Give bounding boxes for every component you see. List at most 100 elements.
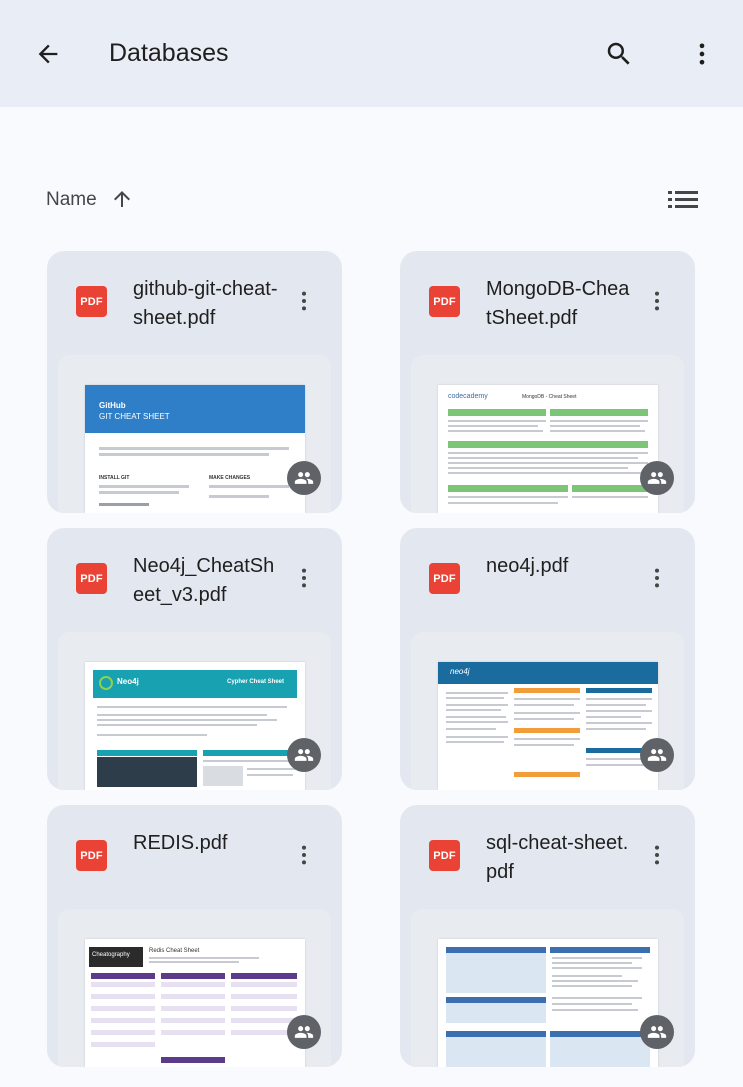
shared-badge: [287, 461, 321, 495]
file-more-button[interactable]: [292, 283, 316, 319]
preview-section-header: [448, 409, 546, 416]
more-options-button[interactable]: [682, 33, 722, 75]
file-preview[interactable]: neo4j: [411, 632, 684, 790]
pdf-file-icon: PDF: [76, 563, 107, 594]
preview-line: [446, 709, 501, 711]
preview-page: [438, 939, 658, 1067]
preview-line: [552, 962, 632, 964]
preview-line: [552, 985, 632, 987]
preview-line: [448, 420, 546, 422]
preview-title: MongoDB - Cheat Sheet: [522, 394, 577, 400]
preview-line: [99, 503, 149, 506]
list-view-toggle[interactable]: [664, 186, 702, 214]
arrow-back-icon: [38, 44, 58, 64]
more-vert-icon: [654, 845, 660, 865]
preview-line: [514, 738, 580, 740]
preview-line: [446, 721, 508, 723]
file-name: github-git-cheat-sheet.pdf: [133, 278, 278, 329]
preview-line: [448, 430, 543, 432]
preview-line: [149, 961, 239, 963]
file-card[interactable]: PDF Neo4j_CheatSheet_v3.pdf Neo4j Cypher…: [47, 528, 342, 790]
people-icon: [294, 749, 314, 761]
preview-section-header: [161, 1057, 225, 1063]
preview-line: [552, 957, 642, 959]
file-grid: PDF github-git-cheat-sheet.pdf GitHub GI…: [47, 251, 695, 1067]
preview-line: [448, 496, 568, 498]
preview-section-body: [446, 1037, 546, 1067]
preview-line: [448, 502, 558, 504]
file-more-button[interactable]: [645, 283, 669, 319]
page-title: Databases: [109, 39, 229, 67]
preview-section-header: [572, 485, 648, 492]
preview-page: codecademy MongoDB - Cheat Sheet: [438, 385, 658, 513]
neo4j-logo-icon: [99, 676, 113, 690]
preview-section-header: [448, 485, 568, 492]
file-more-button[interactable]: [645, 837, 669, 873]
preview-heading: INSTALL GIT: [99, 475, 130, 481]
preview-code-block: [97, 757, 197, 787]
preview-line: [446, 697, 504, 699]
file-preview[interactable]: Neo4j Cypher Cheat Sheet: [58, 632, 331, 790]
preview-title: Redis Cheat Sheet: [149, 948, 200, 954]
preview-title: GIT CHEAT SHEET: [99, 412, 170, 421]
file-card-header: PDF REDIS.pdf: [47, 805, 342, 905]
preview-line: [446, 736, 508, 738]
file-preview[interactable]: GitHub GIT CHEAT SHEET INSTALL GIT MAKE …: [58, 355, 331, 513]
preview-section-header: [203, 750, 297, 756]
preview-section-header: [91, 973, 155, 979]
file-preview[interactable]: Cheatography Redis Cheat Sheet: [58, 909, 331, 1067]
preview-section-body: [446, 953, 546, 993]
preview-section-header: [514, 688, 580, 693]
preview-line: [552, 997, 642, 999]
preview-section-header: [514, 772, 580, 777]
pdf-file-icon: PDF: [429, 286, 460, 317]
back-button[interactable]: [28, 34, 68, 74]
file-card[interactable]: PDF neo4j.pdf neo4j: [400, 528, 695, 790]
preview-line: [586, 698, 652, 700]
people-icon: [647, 472, 667, 484]
preview-line: [552, 967, 642, 969]
preview-line: [203, 760, 297, 762]
file-name: sql-cheat-sheet.pdf: [486, 832, 629, 883]
file-preview[interactable]: codecademy MongoDB - Cheat Sheet: [411, 355, 684, 513]
preview-table-row: [91, 1006, 155, 1011]
file-more-button[interactable]: [292, 560, 316, 596]
preview-table-row: [161, 1030, 225, 1035]
shared-badge: [640, 461, 674, 495]
preview-line: [97, 734, 207, 736]
preview-table-row: [231, 1018, 297, 1023]
preview-line: [552, 1009, 638, 1011]
search-button[interactable]: [598, 33, 640, 75]
list-view-icon: [668, 191, 698, 208]
file-more-button[interactable]: [292, 837, 316, 873]
more-vert-icon: [301, 845, 307, 865]
file-card-header: PDF MongoDB-CheatSheet.pdf: [400, 251, 695, 351]
preview-table-row: [231, 982, 297, 987]
preview-line: [586, 716, 641, 718]
preview-line: [448, 467, 628, 469]
preview-page: Cheatography Redis Cheat Sheet: [85, 939, 305, 1067]
pdf-file-icon: PDF: [429, 563, 460, 594]
preview-line: [552, 980, 638, 982]
file-more-button[interactable]: [645, 560, 669, 596]
preview-brand: codecademy: [448, 393, 488, 400]
file-card[interactable]: PDF REDIS.pdf Cheatography Redis Cheat S…: [47, 805, 342, 1067]
preview-line: [446, 741, 504, 743]
preview-line: [514, 698, 580, 700]
preview-line: [514, 744, 574, 746]
preview-line: [550, 430, 645, 432]
preview-line: [149, 957, 259, 959]
shared-badge: [640, 738, 674, 772]
file-card-header: PDF sql-cheat-sheet.pdf: [400, 805, 695, 905]
sort-by-name-button[interactable]: Name: [46, 188, 97, 212]
file-preview[interactable]: [411, 909, 684, 1067]
arrow-up-icon[interactable]: [110, 187, 134, 211]
file-card[interactable]: PDF github-git-cheat-sheet.pdf GitHub GI…: [47, 251, 342, 513]
preview-line: [550, 425, 640, 427]
preview-line: [572, 496, 648, 498]
preview-table-row: [91, 994, 155, 999]
file-card[interactable]: PDF sql-cheat-sheet.pdf: [400, 805, 695, 1067]
more-vert-icon: [699, 43, 705, 65]
preview-line: [209, 495, 269, 498]
file-card[interactable]: PDF MongoDB-CheatSheet.pdf codecademy Mo…: [400, 251, 695, 513]
